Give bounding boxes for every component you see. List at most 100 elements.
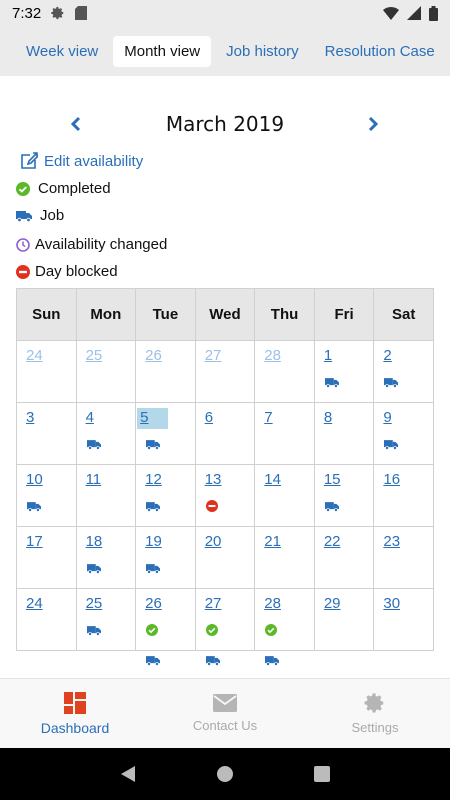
tab-week-view[interactable]: Week view xyxy=(15,36,109,67)
day-number-link[interactable]: 12 xyxy=(143,470,164,490)
day-number-link[interactable]: 5 xyxy=(137,408,169,429)
day-number-link[interactable]: 24 xyxy=(24,594,45,614)
calendar-day-cell[interactable]: 6 xyxy=(194,402,256,465)
calendar-day-cell[interactable]: 13 xyxy=(194,464,256,527)
home-icon[interactable] xyxy=(216,766,233,782)
day-number-link[interactable]: 21 xyxy=(262,532,283,552)
nav-contact-us[interactable]: Contact Us xyxy=(150,679,300,748)
tab-job-history[interactable]: Job history xyxy=(215,36,310,67)
calendar-day-cell[interactable]: 14 xyxy=(254,464,315,527)
calendar-day-cell[interactable]: 9 xyxy=(373,402,434,465)
day-number-link[interactable]: 8 xyxy=(322,408,334,428)
next-month-button[interactable] xyxy=(368,116,380,137)
truck-icon xyxy=(384,437,399,455)
legend-job-label: Job xyxy=(40,207,65,224)
calendar-day-cell[interactable]: 4 xyxy=(75,402,137,465)
android-nav-bar xyxy=(0,748,450,800)
calendar-day-cell[interactable]: 24 xyxy=(16,340,77,403)
day-number-link[interactable]: 23 xyxy=(381,532,402,552)
day-number-link[interactable]: 27 xyxy=(203,346,224,366)
day-number-link[interactable]: 6 xyxy=(203,408,215,428)
month-navigation: March 2019 xyxy=(0,104,450,144)
calendar-day-cell[interactable]: 23 xyxy=(373,526,434,589)
truck-icon xyxy=(16,210,32,222)
calendar-day-cell[interactable]: 5 xyxy=(135,402,196,465)
day-number-link[interactable]: 9 xyxy=(381,408,393,428)
calendar-day-cell[interactable]: 30 xyxy=(373,588,434,651)
day-number-link[interactable]: 25 xyxy=(84,346,105,366)
day-number-link[interactable]: 26 xyxy=(143,594,164,614)
day-number-link[interactable]: 3 xyxy=(24,408,36,428)
calendar-day-cell[interactable]: 25 xyxy=(75,588,137,651)
day-number-link[interactable]: 18 xyxy=(84,532,105,552)
nav-settings-label: Settings xyxy=(351,720,399,735)
calendar-day-cell[interactable]: 20 xyxy=(194,526,256,589)
day-number-link[interactable]: 4 xyxy=(84,408,96,428)
day-number-link[interactable]: 16 xyxy=(381,470,402,490)
dashboard-icon xyxy=(64,691,86,714)
calendar-day-cell[interactable]: 12 xyxy=(135,464,196,527)
calendar-day-cell[interactable]: 10 xyxy=(16,464,77,527)
chevron-left-icon xyxy=(70,116,81,132)
calendar-day-cell[interactable]: 19 xyxy=(135,526,196,589)
calendar-day-cell[interactable]: 24 xyxy=(16,588,77,651)
day-number-link[interactable]: 10 xyxy=(24,470,45,490)
tab-resolution-case[interactable]: Resolution Case xyxy=(314,36,446,67)
day-number-link[interactable]: 15 xyxy=(322,470,343,490)
day-number-link[interactable]: 14 xyxy=(262,470,283,490)
day-number-link[interactable]: 1 xyxy=(322,346,334,366)
calendar-day-cell[interactable]: 18 xyxy=(75,526,137,589)
back-icon[interactable] xyxy=(120,765,136,783)
tab-month-view[interactable]: Month view xyxy=(113,35,212,67)
day-number-link[interactable]: 28 xyxy=(262,594,283,614)
calendar-day-cell[interactable]: 17 xyxy=(16,526,77,589)
calendar-day-cell[interactable]: 3 xyxy=(16,402,77,465)
calendar-day-cell[interactable]: 27 xyxy=(194,588,256,666)
calendar-day-cell[interactable]: 1 xyxy=(313,340,375,403)
prev-month-button[interactable] xyxy=(69,116,81,137)
day-number-link[interactable]: 13 xyxy=(203,470,224,490)
calendar-day-cell[interactable]: 16 xyxy=(373,464,434,527)
day-number-link[interactable]: 26 xyxy=(143,346,164,366)
day-number-link[interactable]: 28 xyxy=(262,346,283,366)
gear-icon xyxy=(364,693,384,713)
day-number-link[interactable]: 19 xyxy=(143,532,164,552)
calendar-day-cell[interactable]: 25 xyxy=(75,340,137,403)
day-number-link[interactable]: 24 xyxy=(24,346,45,366)
calendar-day-cell[interactable]: 11 xyxy=(75,464,137,527)
recents-icon[interactable] xyxy=(313,766,330,782)
calendar-day-cell[interactable]: 26 xyxy=(135,588,196,666)
calendar-day-cell[interactable]: 8 xyxy=(313,402,375,465)
sd-card-icon xyxy=(75,6,88,20)
calendar-grid: Sun Mon Tue Wed Thu Fri Sat 24 25 26 27 28 1 2… xyxy=(16,288,434,666)
day-number-link[interactable]: 2 xyxy=(381,346,393,366)
legend-day-blocked: Day blocked xyxy=(16,263,118,280)
day-number-link[interactable]: 7 xyxy=(262,408,274,428)
truck-icon xyxy=(86,561,101,579)
calendar-day-cell[interactable]: 15 xyxy=(313,464,375,527)
day-number-link[interactable]: 11 xyxy=(84,470,104,490)
day-number-link[interactable]: 22 xyxy=(322,532,343,552)
legend-job: Job xyxy=(16,207,64,224)
legend-availability-changed: Availability changed xyxy=(16,236,167,253)
calendar-day-cell[interactable]: 2 xyxy=(373,340,434,403)
calendar-day-cell[interactable]: 21 xyxy=(254,526,315,589)
day-number-link[interactable]: 30 xyxy=(381,594,402,614)
day-number-link[interactable]: 25 xyxy=(84,594,105,614)
day-number-link[interactable]: 27 xyxy=(203,594,224,614)
calendar-day-cell[interactable]: 29 xyxy=(313,588,375,651)
weekday-header: Wed xyxy=(194,288,256,341)
calendar-day-cell[interactable]: 7 xyxy=(254,402,315,465)
calendar-day-cell[interactable]: 26 xyxy=(135,340,196,403)
edit-availability-link[interactable]: Edit availability xyxy=(20,152,143,170)
calendar-day-cell[interactable]: 27 xyxy=(194,340,256,403)
day-number-link[interactable]: 17 xyxy=(24,532,45,552)
nav-dashboard[interactable]: Dashboard xyxy=(0,679,150,748)
nav-settings[interactable]: Settings xyxy=(300,679,450,748)
calendar-day-cell[interactable]: 28 xyxy=(254,340,315,403)
day-number-link[interactable]: 29 xyxy=(322,594,343,614)
day-number-link[interactable]: 20 xyxy=(203,532,224,552)
calendar-day-cell[interactable]: 28 xyxy=(254,588,315,666)
calendar-day-cell[interactable]: 22 xyxy=(313,526,375,589)
signal-icon xyxy=(407,6,421,20)
